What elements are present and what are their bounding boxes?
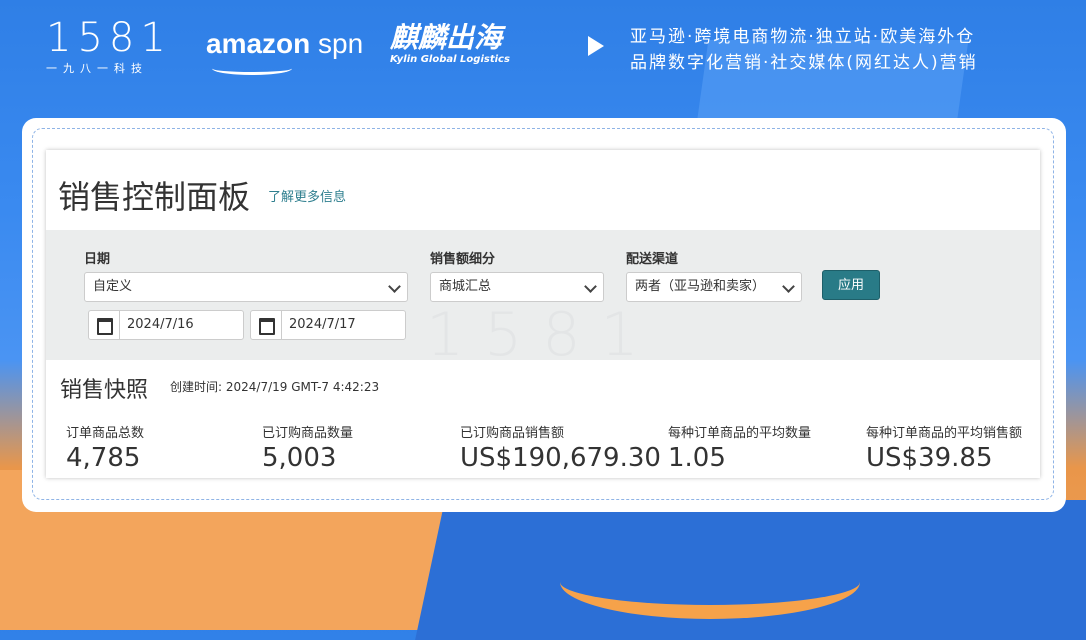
- metric-label: 每种订单商品的平均销售额: [866, 426, 1023, 441]
- logo-number: 1581: [46, 15, 172, 61]
- spn-wordmark: spn: [310, 28, 364, 59]
- date-range-select[interactable]: 自定义: [84, 272, 408, 302]
- amazon-smile-icon: [212, 62, 292, 75]
- tagline-line-1: 亚马逊·跨境电商物流·独立站·欧美海外仓: [630, 27, 976, 47]
- calendar-icon[interactable]: [251, 311, 282, 339]
- breakdown-select[interactable]: 商城汇总: [430, 272, 604, 302]
- chevron-down-icon: [388, 280, 401, 293]
- background-amazon-smile: [560, 545, 860, 619]
- play-icon: [588, 36, 604, 56]
- apply-button[interactable]: 应用: [822, 270, 880, 300]
- metric-units-ordered: 已订购商品数量 5,003: [262, 422, 353, 473]
- logo-1581: 1581 一九八一科技: [46, 18, 172, 76]
- sales-dashboard: 销售控制面板 了解更多信息 日期 自定义 2024/7/16 2024/7/17…: [46, 150, 1040, 478]
- watermark: 1581: [426, 300, 659, 370]
- channel-value: 两者（亚马逊和卖家）: [635, 279, 766, 294]
- metric-label: 每种订单商品的平均数量: [668, 426, 812, 441]
- chevron-down-icon: [584, 280, 597, 293]
- page-title: 销售控制面板: [58, 178, 251, 216]
- metric-label: 订单商品总数: [66, 426, 145, 441]
- chevron-down-icon: [782, 280, 795, 293]
- metric-value: US$39.85: [866, 443, 993, 473]
- channel-select[interactable]: 两者（亚马逊和卖家）: [626, 272, 802, 302]
- date-range-value: 自定义: [93, 279, 133, 294]
- kylin-logo: 麒麟出海 Kylin Global Logistics: [390, 21, 510, 66]
- channel-label: 配送渠道: [626, 252, 679, 267]
- snapshot-title: 销售快照: [60, 378, 149, 403]
- kylin-en-name: Kylin Global Logistics: [390, 54, 510, 65]
- date-label: 日期: [84, 252, 111, 267]
- metric-ordered-product-sales: 已订购商品销售额 US$190,679.30: [460, 422, 661, 473]
- metric-value: 1.05: [668, 443, 726, 473]
- snapshot-created-time: 创建时间: 2024/7/19 GMT-7 4:42:23: [170, 380, 380, 394]
- metric-label: 已订购商品数量: [262, 426, 354, 441]
- logo-subtitle: 一九八一科技: [46, 62, 148, 75]
- metric-avg-units-per-item: 每种订单商品的平均数量 1.05: [668, 422, 811, 473]
- tagline-line-2: 品牌数字化营销·社交媒体(网红达人)营销: [630, 53, 978, 73]
- amazon-wordmark: amazon: [206, 28, 311, 59]
- end-date-value: 2024/7/17: [289, 317, 356, 332]
- end-date-field[interactable]: 2024/7/17: [250, 310, 406, 340]
- kylin-cn-name: 麒麟出海: [390, 21, 503, 54]
- metric-label: 已订购商品销售额: [460, 426, 565, 441]
- breakdown-label: 销售额细分: [430, 252, 496, 267]
- metric-total-order-items: 订单商品总数 4,785: [66, 422, 144, 473]
- metric-value: 5,003: [262, 443, 337, 473]
- start-date-field[interactable]: 2024/7/16: [88, 310, 244, 340]
- banner-header: 1581 一九八一科技 amazon spn 麒麟出海 Kylin Global…: [0, 0, 1086, 100]
- calendar-icon[interactable]: [89, 311, 120, 339]
- start-date-value: 2024/7/16: [127, 317, 194, 332]
- amazon-spn-logo: amazon spn: [206, 28, 364, 75]
- metric-value: 4,785: [66, 443, 141, 473]
- learn-more-link[interactable]: 了解更多信息: [268, 186, 346, 205]
- metric-avg-sales-per-item: 每种订单商品的平均销售额 US$39.85: [866, 422, 1022, 473]
- metric-value: US$190,679.30: [460, 443, 661, 473]
- breakdown-value: 商城汇总: [439, 279, 492, 294]
